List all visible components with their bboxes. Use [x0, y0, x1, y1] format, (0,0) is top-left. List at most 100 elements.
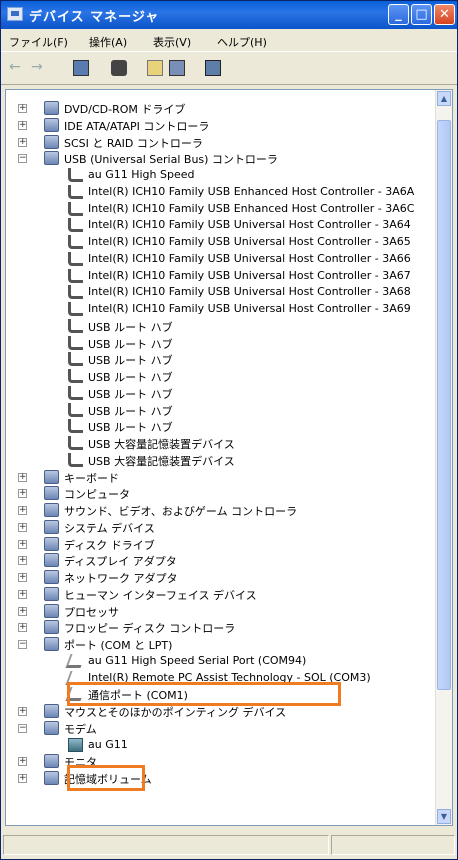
menu-help[interactable]: ヘルプ(H) [217, 34, 267, 50]
title-bar[interactable]: デバイス マネージャ _ □ ✕ [1, 1, 457, 29]
status-pane [3, 835, 329, 855]
close-button[interactable]: ✕ [434, 4, 455, 25]
tree-category[interactable]: + DVD/CD-ROM ドライブ [6, 100, 426, 117]
expand-icon[interactable]: + [18, 539, 27, 549]
tree-category[interactable]: + SCSI と RAID コントローラ [6, 134, 426, 151]
tree-device[interactable]: au G11 High Speed Serial Port (COM94) [6, 653, 426, 670]
expand-icon[interactable]: + [18, 137, 27, 147]
menu-view[interactable]: 表示(V) [153, 34, 191, 50]
expand-icon[interactable]: + [18, 522, 27, 532]
tree-category[interactable]: − USB (Universal Serial Bus) コントローラ [6, 150, 426, 167]
tree-item-label: SCSI と RAID コントローラ [64, 136, 203, 150]
tree-device[interactable]: au G11 High Speed [6, 167, 426, 184]
vertical-scrollbar[interactable]: ▲ ▼ [435, 90, 452, 825]
tree-device[interactable]: Intel(R) ICH10 Family USB Universal Host… [6, 234, 426, 251]
scroll-down-icon[interactable]: ▼ [437, 809, 451, 824]
properties-icon[interactable] [73, 60, 89, 76]
tree-category[interactable]: − ポート (COM と LPT) [6, 636, 426, 653]
tree-item-label: サウンド、ビデオ、およびゲーム コントローラ [64, 505, 298, 518]
tree-device[interactable]: Intel(R) ICH10 Family USB Universal Host… [6, 301, 426, 318]
device-category-icon [44, 771, 59, 785]
tree-category[interactable]: + コンピュータ [6, 485, 426, 502]
expand-icon[interactable]: + [18, 623, 27, 633]
tree-item-label: DVD/CD-ROM ドライブ [64, 103, 186, 116]
expand-icon[interactable]: + [18, 120, 27, 130]
expand-icon[interactable]: + [18, 104, 27, 113]
back-arrow-icon[interactable]: ← [9, 60, 25, 76]
tree-category[interactable]: + プロセッサ [6, 603, 426, 620]
tree-category[interactable]: + キーボード [6, 469, 426, 486]
device-category-icon [44, 519, 59, 534]
tree-device[interactable]: Intel(R) ICH10 Family USB Universal Host… [6, 251, 426, 268]
tree-device[interactable]: USB ルート ハブ [6, 318, 426, 335]
usb-icon [68, 452, 83, 467]
tree-item-label: USB (Universal Serial Bus) コントローラ [64, 153, 278, 167]
device-category-icon [44, 101, 59, 115]
help-icon[interactable] [147, 60, 163, 76]
expand-icon[interactable]: + [18, 707, 27, 716]
tree-item-label: Intel(R) ICH10 Family USB Universal Host… [88, 302, 411, 315]
usb-icon [68, 168, 83, 182]
menu-file[interactable]: ファイル(F) [9, 34, 68, 50]
tree-device[interactable]: Intel(R) ICH10 Family USB Universal Host… [6, 284, 426, 301]
tree-category[interactable]: + ディスプレイ アダプタ [6, 552, 426, 569]
collapse-icon[interactable]: − [18, 154, 27, 164]
tree-category[interactable]: + フロッピー ディスク コントローラ [6, 619, 426, 636]
usb-icon [68, 235, 83, 249]
expand-icon[interactable]: + [18, 573, 27, 582]
device-category-icon [44, 536, 59, 551]
serial-port-icon [65, 653, 86, 668]
tree-device[interactable]: Intel(R) ICH10 Family USB Enhanced Host … [6, 201, 426, 218]
tree-device[interactable]: USB 大容量記憶装置デバイス [6, 435, 426, 452]
tree-device[interactable]: USB ルート ハブ [6, 385, 426, 402]
expand-icon[interactable]: + [18, 757, 27, 767]
expand-icon[interactable]: + [18, 556, 27, 566]
tree-item-label: モデム [64, 722, 97, 736]
collapse-icon[interactable]: − [18, 640, 27, 649]
scan-hardware-icon[interactable] [205, 60, 221, 76]
minimize-button[interactable]: _ [388, 4, 409, 25]
device-category-icon [44, 637, 59, 651]
device-category-icon [44, 134, 59, 149]
tree-device[interactable]: Intel(R) ICH10 Family USB Enhanced Host … [6, 184, 426, 201]
tree-item-label: ディスプレイ アダプタ [64, 555, 177, 569]
view-icon[interactable] [169, 60, 185, 76]
tree-device[interactable]: Intel(R) ICH10 Family USB Universal Host… [6, 217, 426, 234]
forward-arrow-icon[interactable]: → [31, 60, 47, 76]
tree-device[interactable]: USB ルート ハブ [6, 335, 426, 352]
expand-icon[interactable]: + [18, 606, 27, 616]
scroll-thumb[interactable] [437, 120, 451, 690]
expand-icon[interactable]: + [18, 472, 27, 482]
tree-item-label: au G11 [88, 737, 128, 751]
tree-category[interactable]: + ヒューマン インターフェイス デバイス [6, 586, 426, 603]
expand-icon[interactable]: + [18, 774, 27, 783]
tree-category[interactable]: + ディスク ドライブ [6, 536, 426, 553]
scroll-up-icon[interactable]: ▲ [437, 91, 451, 106]
tree-item-label: マウスとそのほかのポインティング デバイス [64, 706, 287, 719]
menu-action[interactable]: 操作(A) [89, 34, 127, 50]
tree-category[interactable]: + IDE ATA/ATAPI コントローラ [6, 117, 426, 134]
collapse-icon[interactable]: − [18, 723, 27, 733]
tree-device[interactable]: USB ルート ハブ [6, 402, 426, 419]
tree-category[interactable]: − モデム [6, 720, 426, 737]
usb-icon [68, 436, 83, 450]
expand-icon[interactable]: + [18, 506, 27, 515]
device-tree[interactable]: + DVD/CD-ROM ドライブ + IDE ATA/ATAPI コントローラ + SC… [5, 89, 453, 826]
tree-device[interactable]: au G11 [6, 737, 426, 754]
tree-device[interactable]: USB ルート ハブ [6, 351, 426, 368]
expand-icon[interactable]: + [18, 589, 27, 599]
tree-category[interactable]: + システム デバイス [6, 519, 426, 536]
tree-device[interactable]: Intel(R) ICH10 Family USB Universal Host… [6, 268, 426, 285]
tree-device[interactable]: USB ルート ハブ [6, 368, 426, 385]
tree-device[interactable]: USB 大容量記憶装置デバイス [6, 452, 426, 469]
tree-category[interactable]: + ネットワーク アダプタ [6, 569, 426, 586]
print-icon[interactable] [111, 60, 127, 76]
usb-icon [68, 318, 83, 333]
expand-icon[interactable]: + [18, 489, 27, 499]
tree-item-label: Intel(R) ICH10 Family USB Universal Host… [88, 218, 411, 232]
tree-category[interactable]: + サウンド、ビデオ、およびゲーム コントローラ [6, 502, 426, 519]
device-category-icon [44, 469, 59, 484]
maximize-button[interactable]: □ [411, 4, 432, 25]
tree-item-label: ヒューマン インターフェイス デバイス [64, 588, 257, 602]
tree-device[interactable]: USB ルート ハブ [6, 418, 426, 435]
